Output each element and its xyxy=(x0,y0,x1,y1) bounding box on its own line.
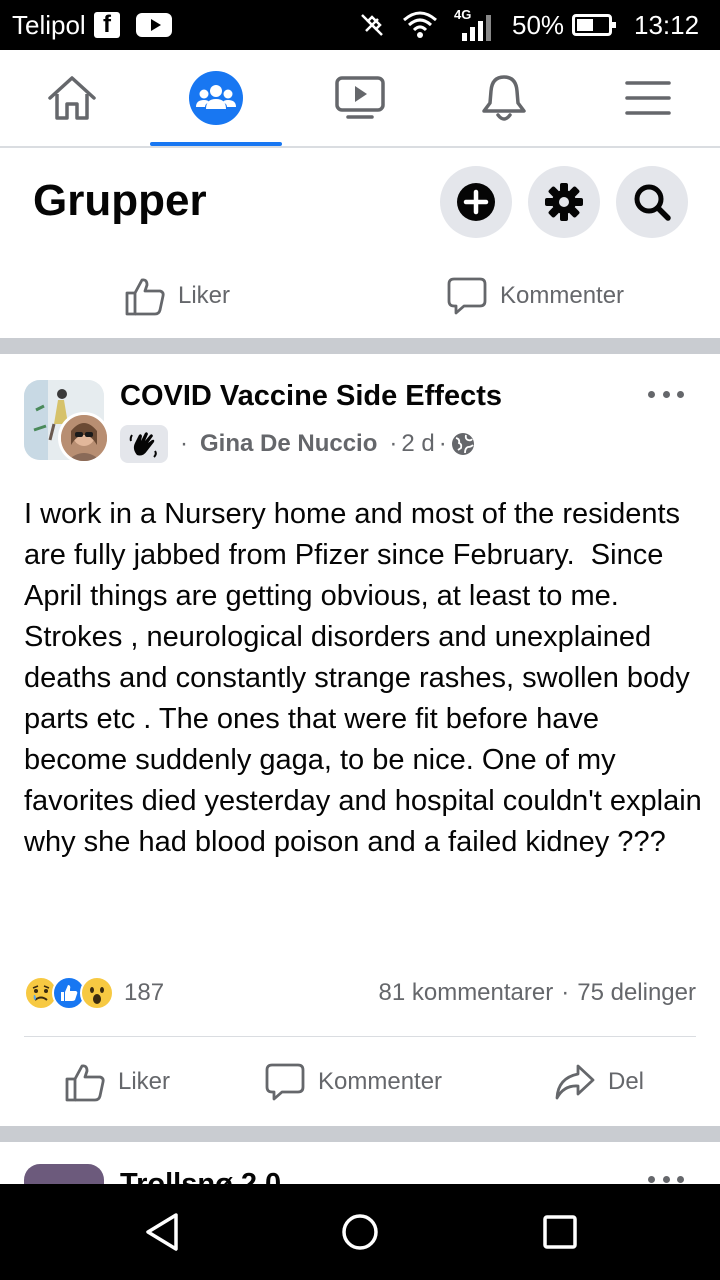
menu-icon xyxy=(625,81,671,115)
post-body: I work in a Nursery home and most of the… xyxy=(24,498,710,858)
clock: 13:12 xyxy=(634,9,700,40)
battery-percent: 50% xyxy=(512,9,565,40)
share-count[interactable]: 75 delinger xyxy=(577,979,696,1007)
member-badge[interactable] xyxy=(120,425,168,463)
facebook-icon: f xyxy=(94,11,120,38)
share-button[interactable]: Del xyxy=(554,1062,644,1102)
battery-icon xyxy=(572,14,616,36)
meta-separator: · xyxy=(389,430,398,457)
gear-icon xyxy=(545,183,583,221)
nav-home[interactable] xyxy=(0,50,144,146)
next-group-avatar[interactable] xyxy=(24,1164,104,1184)
wifi-icon xyxy=(400,0,440,50)
share-label: Del xyxy=(608,1068,645,1095)
post-divider xyxy=(24,1036,696,1037)
carrier-label: Telipol xyxy=(12,9,86,40)
comment-count[interactable]: 81 kommentarer xyxy=(378,979,553,1007)
home-circle-icon xyxy=(342,1214,378,1250)
share-icon xyxy=(555,1064,595,1100)
like-label: Liker xyxy=(118,1068,171,1095)
mute-icon xyxy=(358,0,386,50)
comment-icon xyxy=(447,277,487,315)
recents-button[interactable] xyxy=(510,1184,610,1280)
top-nav xyxy=(0,50,720,148)
post-stats: 81 kommentarer · 75 delinger xyxy=(378,976,696,1010)
network-label: 4G xyxy=(454,7,471,22)
like-button[interactable]: Liker xyxy=(64,1062,170,1102)
post-time[interactable]: 2 d xyxy=(401,430,434,458)
meta-separator: · xyxy=(180,430,188,457)
home-icon xyxy=(48,76,96,120)
thumbs-up-icon xyxy=(65,1064,105,1102)
comment-label-top: Kommenter xyxy=(500,282,625,309)
watch-icon xyxy=(335,76,385,119)
bell-icon xyxy=(482,75,526,121)
previous-post-actions: Liker Kommenter xyxy=(0,258,720,334)
comment-button-top[interactable]: Kommenter xyxy=(446,276,624,316)
like-label-top: Liker xyxy=(178,282,231,309)
next-post-more-button[interactable] xyxy=(648,1176,684,1184)
status-bar: Telipol f 4G 50% 13:12 xyxy=(0,0,720,50)
nav-watch[interactable] xyxy=(288,50,432,146)
nav-notifications[interactable] xyxy=(432,50,576,146)
meta-separator: · xyxy=(438,430,447,457)
post-more-button[interactable] xyxy=(648,380,684,408)
system-nav-bar xyxy=(0,1184,720,1280)
thumbs-up-icon xyxy=(125,278,165,316)
settings-button[interactable] xyxy=(528,166,600,238)
search-icon xyxy=(634,184,671,221)
stats-separator: · xyxy=(561,979,570,1006)
search-button[interactable] xyxy=(616,166,688,238)
page-title: Grupper xyxy=(33,176,207,225)
reaction-summary[interactable]: 187 xyxy=(24,976,164,1010)
signal-icon: 4G xyxy=(452,0,496,50)
plus-icon xyxy=(457,183,495,221)
nav-groups[interactable] xyxy=(144,50,288,146)
back-button[interactable] xyxy=(112,1184,212,1280)
author-avatar[interactable] xyxy=(58,412,110,464)
post-group-name[interactable]: COVID Vaccine Side Effects xyxy=(120,380,502,413)
youtube-icon xyxy=(136,13,172,37)
back-icon xyxy=(146,1213,178,1251)
create-group-button[interactable] xyxy=(440,166,512,238)
comment-icon xyxy=(265,1063,305,1101)
feed-separator xyxy=(0,1126,720,1142)
active-tab-indicator xyxy=(150,142,282,146)
reaction-count: 187 xyxy=(124,979,165,1006)
groups-header: Grupper xyxy=(0,148,720,258)
post-author[interactable]: Gina De Nuccio xyxy=(200,430,377,458)
wow-reaction-icon xyxy=(80,976,114,1010)
nav-menu[interactable] xyxy=(576,50,720,146)
next-post-group-name[interactable]: Trollsnø 2.0 xyxy=(120,1164,281,1184)
recents-icon xyxy=(543,1215,577,1249)
comment-button[interactable]: Kommenter xyxy=(264,1062,442,1102)
post-meta: · Gina De Nuccio · 2 d · xyxy=(120,424,475,464)
feed-separator xyxy=(0,338,720,354)
globe-icon xyxy=(451,433,474,455)
comment-label: Kommenter xyxy=(318,1068,443,1095)
groups-icon xyxy=(189,71,243,125)
home-button[interactable] xyxy=(310,1184,410,1280)
wave-hand-icon xyxy=(129,432,157,458)
like-button-top[interactable]: Liker xyxy=(124,276,230,316)
post-actions: Liker Kommenter Del xyxy=(0,1044,720,1120)
